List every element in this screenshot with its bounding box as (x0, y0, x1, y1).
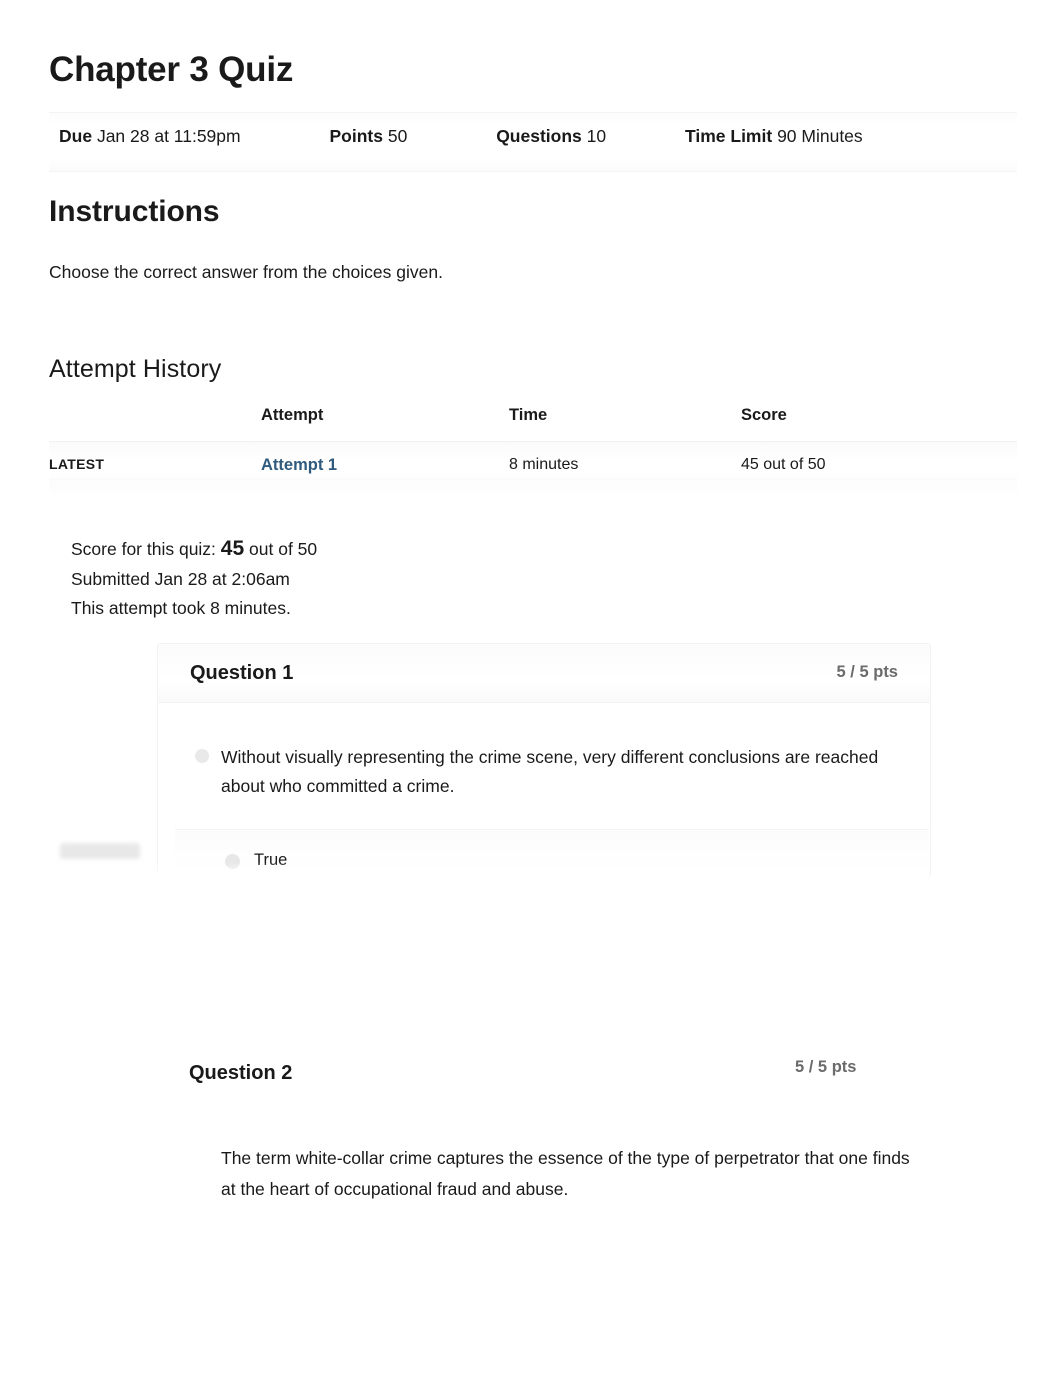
col-header-time: Time (509, 406, 741, 442)
quiz-results-page: Chapter 3 Quiz Due Jan 28 at 11:59pm Poi… (0, 0, 1062, 1377)
quiz-meta-row: Due Jan 28 at 11:59pm Points 50 Question… (49, 126, 1017, 156)
meta-time-limit-value: 90 Minutes (777, 126, 863, 146)
score-prefix: Score for this quiz: (71, 539, 216, 559)
attempt-1-link[interactable]: Attempt 1 (261, 456, 337, 474)
meta-points-value: 50 (387, 126, 408, 146)
question-1-text: Without visually representing the crime … (221, 747, 879, 796)
table-bottom-fade (49, 478, 1017, 500)
duration-line: This attempt took 8 minutes. (71, 598, 291, 618)
meta-time-limit-label: Time Limit (684, 126, 773, 146)
table-header-row: Attempt Time Score (49, 406, 1017, 442)
question-2-text: The term white-collar crime captures the… (221, 1148, 910, 1199)
instructions-body: Choose the correct answer from the choic… (49, 262, 443, 282)
meta-questions-value: 10 (586, 126, 607, 146)
question-1-points: 5 / 5 pts (836, 663, 898, 681)
instructions-heading: Instructions (49, 195, 220, 228)
question-2-points: 5 / 5 pts (795, 1058, 857, 1076)
meta-time-limit: Time Limit 90 Minutes (685, 126, 863, 147)
question-2-name: Question 2 (189, 1062, 293, 1084)
latest-badge: LATEST (49, 456, 105, 472)
question-1-bottom-fade (157, 862, 929, 884)
question-1-marker-icon (195, 749, 209, 763)
question-1-name: Question 1 (190, 662, 294, 684)
question-1-answer-divider (175, 829, 929, 830)
question-1-correct-indicator (60, 843, 140, 859)
meta-questions: Questions 10 (496, 126, 606, 147)
score-summary: Score for this quiz: 45 out of 50 Submit… (71, 534, 317, 624)
submitted-line: Submitted Jan 28 at 2:06am (71, 568, 290, 589)
attempt-history-head: Attempt Time Score (49, 406, 1017, 442)
score-line: Score for this quiz: 45 out of 50 (71, 534, 317, 565)
meta-points-label: Points (329, 126, 383, 146)
meta-due-value: Jan 28 at 11:59pm (96, 126, 241, 146)
col-header-score: Score (741, 406, 1017, 442)
meta-questions-label: Questions (496, 126, 582, 146)
col-header-kept (49, 406, 261, 442)
attempt-history-heading: Attempt History (49, 355, 222, 383)
col-header-attempt: Attempt (261, 406, 509, 442)
meta-due: Due Jan 28 at 11:59pm (59, 126, 241, 147)
meta-points: Points 50 (329, 126, 407, 147)
score-value: 45 (220, 537, 245, 560)
page-title: Chapter 3 Quiz (49, 50, 294, 89)
score-suffix: out of 50 (249, 539, 318, 559)
meta-due-label: Due (59, 126, 93, 146)
